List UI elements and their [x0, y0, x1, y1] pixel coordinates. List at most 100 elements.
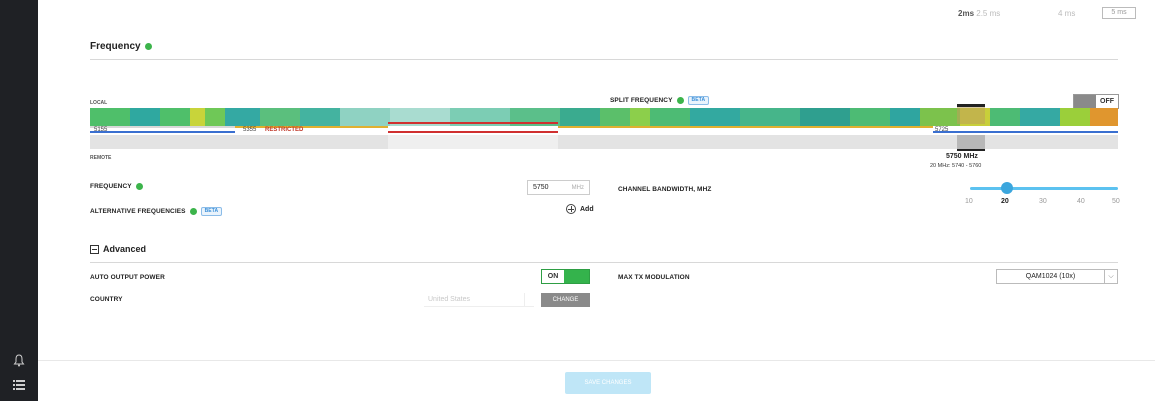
local-label: LOCAL: [90, 100, 108, 106]
spectrum-segment: [890, 108, 920, 126]
spectrum-segment: [190, 108, 205, 126]
spectrum-segment: [1020, 108, 1060, 126]
plus-circle-icon: [566, 204, 576, 214]
restricted-label: RESTRICTED: [265, 127, 304, 133]
spectrum-segment: [1060, 108, 1090, 126]
toggle-knob: [564, 270, 589, 283]
split-frequency-text: SPLIT FREQUENCY: [610, 97, 673, 104]
toggle-state: ON: [542, 270, 564, 283]
spectrum-segment: [260, 108, 300, 126]
collapse-icon: [90, 244, 99, 254]
band-resume-label: 5725: [935, 127, 949, 133]
band-start-label: 5155: [94, 127, 108, 133]
band-line-yellow: [558, 126, 933, 128]
country-field: United States: [424, 293, 534, 307]
status-dot-icon: [189, 208, 197, 215]
alternative-frequencies-text: ALTERNATIVE FREQUENCIES: [90, 208, 186, 215]
spectrum-segment: [850, 108, 890, 126]
bandwidth-tick[interactable]: 50: [1112, 198, 1120, 205]
spectrum-segment: [225, 108, 260, 126]
add-alternative-frequency-button[interactable]: Add: [566, 204, 594, 214]
frequency-label: FREQUENCY: [90, 183, 143, 190]
spectrum-segment: [300, 108, 340, 126]
marker-remote: [957, 135, 985, 149]
frequency-title: Frequency: [90, 41, 141, 52]
spectrum-segment: [600, 108, 630, 126]
band-line-grey: [90, 126, 235, 128]
bandwidth-tick[interactable]: 10: [965, 198, 973, 205]
max-tx-modulation-select[interactable]: QAM1024 (10x) ⌵: [996, 269, 1118, 284]
status-dot-icon: [135, 183, 143, 190]
spectrum-segment: [160, 108, 190, 126]
status-dot-icon: [144, 43, 152, 50]
spectrum-segment: [740, 108, 800, 126]
remote-label: REMOTE: [90, 155, 112, 161]
frequency-label-text: FREQUENCY: [90, 183, 132, 190]
country-divider: [524, 293, 534, 307]
frequency-section-title: Frequency: [90, 41, 152, 52]
split-frequency-label: SPLIT FREQUENCY BETA: [610, 96, 710, 105]
country-label: COUNTRY: [90, 296, 123, 303]
bandwidth-slider-track[interactable]: [970, 187, 1118, 190]
beta-badge: BETA: [687, 96, 710, 105]
sidebar: [0, 0, 38, 401]
spectrum-segment: [205, 108, 225, 126]
band-line-red: [388, 131, 558, 133]
spectrum-segment: [130, 108, 160, 126]
spectrum-segment: [650, 108, 690, 126]
add-label: Add: [580, 205, 594, 213]
frequency-input[interactable]: 5750 MHz: [527, 180, 590, 195]
selected-channel-marker[interactable]: [957, 104, 985, 151]
beta-badge: BETA: [200, 207, 223, 216]
spectrum-segment: [90, 108, 130, 126]
bell-icon[interactable]: [11, 352, 27, 368]
list-icon[interactable]: [11, 377, 27, 393]
save-changes-button[interactable]: SAVE CHANGES: [565, 372, 651, 394]
band-line-yellow: [235, 126, 388, 128]
channel-bandwidth-label: CHANNEL BANDWIDTH, MHz: [618, 186, 712, 193]
spectrum-segment: [630, 108, 650, 126]
toggle-state: OFF: [1096, 95, 1118, 108]
spectrum-segment: [560, 108, 600, 126]
frame-option-5ms[interactable]: 5 ms: [1102, 7, 1136, 19]
auto-output-power-toggle[interactable]: ON: [541, 269, 590, 284]
frame-option-2ms-label: 2ms: [958, 9, 975, 18]
frequency-value: 5750: [533, 184, 549, 191]
auto-output-power-label: AUTO OUTPUT POWER: [90, 274, 165, 281]
selected-frequency: 5750 MHz: [946, 153, 978, 160]
frame-option-2-5ms-label[interactable]: 2.5 ms: [976, 9, 1000, 18]
band-line-red: [388, 122, 558, 124]
split-frequency-toggle[interactable]: OFF: [1073, 94, 1119, 109]
remote-strip-segment: [388, 135, 558, 149]
footer-divider: [38, 360, 1155, 361]
max-tx-modulation-label: MAX TX MODULATION: [618, 274, 690, 281]
marker-bottom: [957, 149, 985, 151]
divider: [90, 262, 1118, 263]
bandwidth-tick[interactable]: 20: [1001, 198, 1009, 205]
selected-frequency-range: 20 MHz: 5740 - 5760: [930, 163, 982, 169]
spectrum-segment: [340, 108, 390, 126]
bandwidth-tick[interactable]: 40: [1077, 198, 1085, 205]
alternative-frequencies-label: ALTERNATIVE FREQUENCIES BETA: [90, 207, 223, 216]
select-value: QAM1024 (10x): [1025, 273, 1076, 280]
spectrum-segment: [800, 108, 850, 126]
band-line-blue: [90, 131, 235, 133]
divider: [90, 59, 1118, 60]
restricted-start-label: 5355: [243, 127, 257, 133]
advanced-title: Advanced: [103, 244, 147, 254]
bandwidth-tick[interactable]: 30: [1039, 198, 1047, 205]
bandwidth-slider-thumb[interactable]: [1001, 182, 1013, 194]
change-country-button[interactable]: CHANGE: [541, 293, 590, 307]
frame-option-4ms[interactable]: 4 ms: [1058, 9, 1075, 18]
frequency-unit: MHz: [571, 184, 584, 191]
spectrum-segment: [920, 108, 960, 126]
spectrum-segment: [690, 108, 740, 126]
toggle-knob: [1074, 95, 1096, 108]
advanced-section-title[interactable]: Advanced: [90, 244, 146, 254]
spectrum-segment: [990, 108, 1020, 126]
marker-window: [957, 107, 985, 124]
spectrum-segment: [1090, 108, 1118, 126]
frame-option-2ms[interactable]: 2ms 2.5 ms: [958, 9, 1000, 18]
status-dot-icon: [676, 97, 684, 104]
chevron-down-icon: ⌵: [1104, 270, 1117, 283]
